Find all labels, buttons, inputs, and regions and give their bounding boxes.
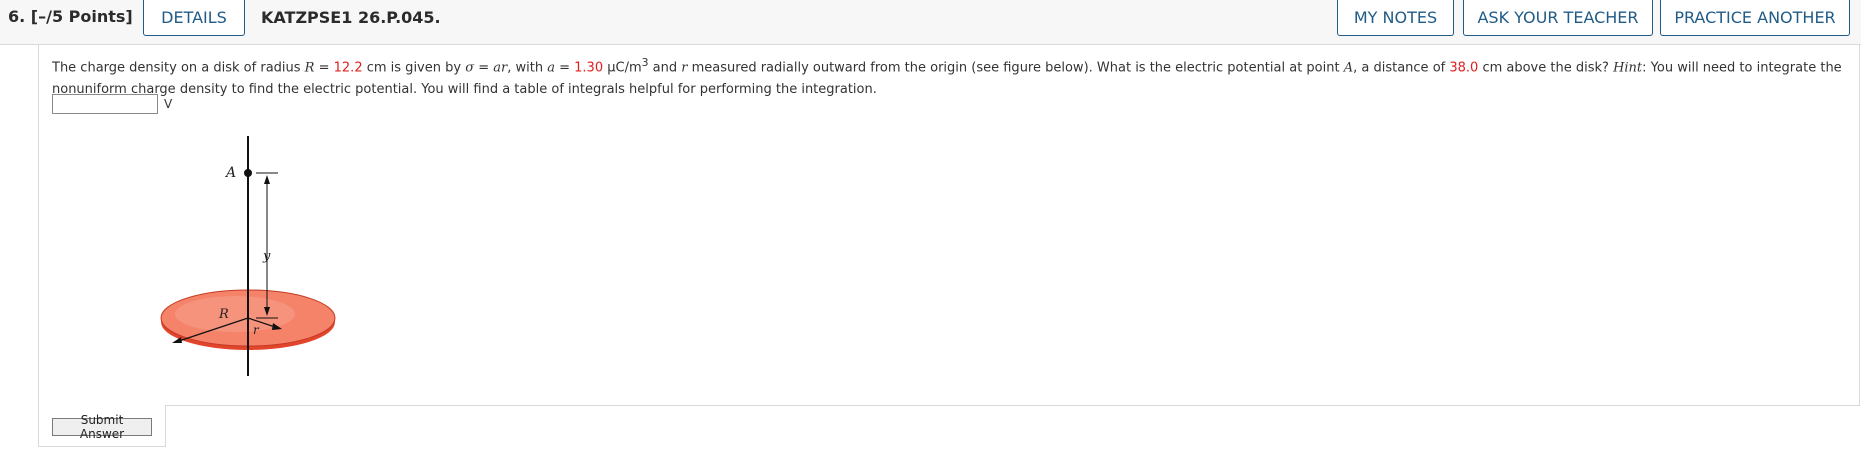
answer-unit: V bbox=[164, 97, 173, 111]
question-code: KATZPSE1 26.P.045. bbox=[261, 8, 441, 27]
answer-input[interactable] bbox=[52, 94, 158, 114]
points-label: [–/5 Points] bbox=[30, 7, 133, 26]
label-a: A bbox=[224, 165, 236, 181]
point-a-dot bbox=[244, 169, 252, 177]
details-button[interactable]: DETAILS bbox=[143, 0, 245, 36]
question-points: 6. [–/5 Points] bbox=[8, 7, 133, 26]
my-notes-button[interactable]: MY NOTES bbox=[1337, 0, 1454, 36]
question-number: 6. bbox=[8, 7, 26, 26]
question-header: 6. [–/5 Points] DETAILS KATZPSE1 26.P.04… bbox=[0, 0, 1861, 45]
label-big-r: R bbox=[218, 307, 229, 322]
submit-answer-button[interactable]: Submit Answer bbox=[52, 413, 152, 441]
practice-another-button[interactable]: PRACTICE ANOTHER bbox=[1660, 0, 1850, 36]
ask-your-teacher-button[interactable]: ASK YOUR TEACHER bbox=[1463, 0, 1653, 36]
label-y: y bbox=[262, 249, 271, 264]
disk-figure: A y R r bbox=[160, 136, 336, 376]
question-text: The charge density on a disk of radius R… bbox=[52, 56, 1842, 98]
